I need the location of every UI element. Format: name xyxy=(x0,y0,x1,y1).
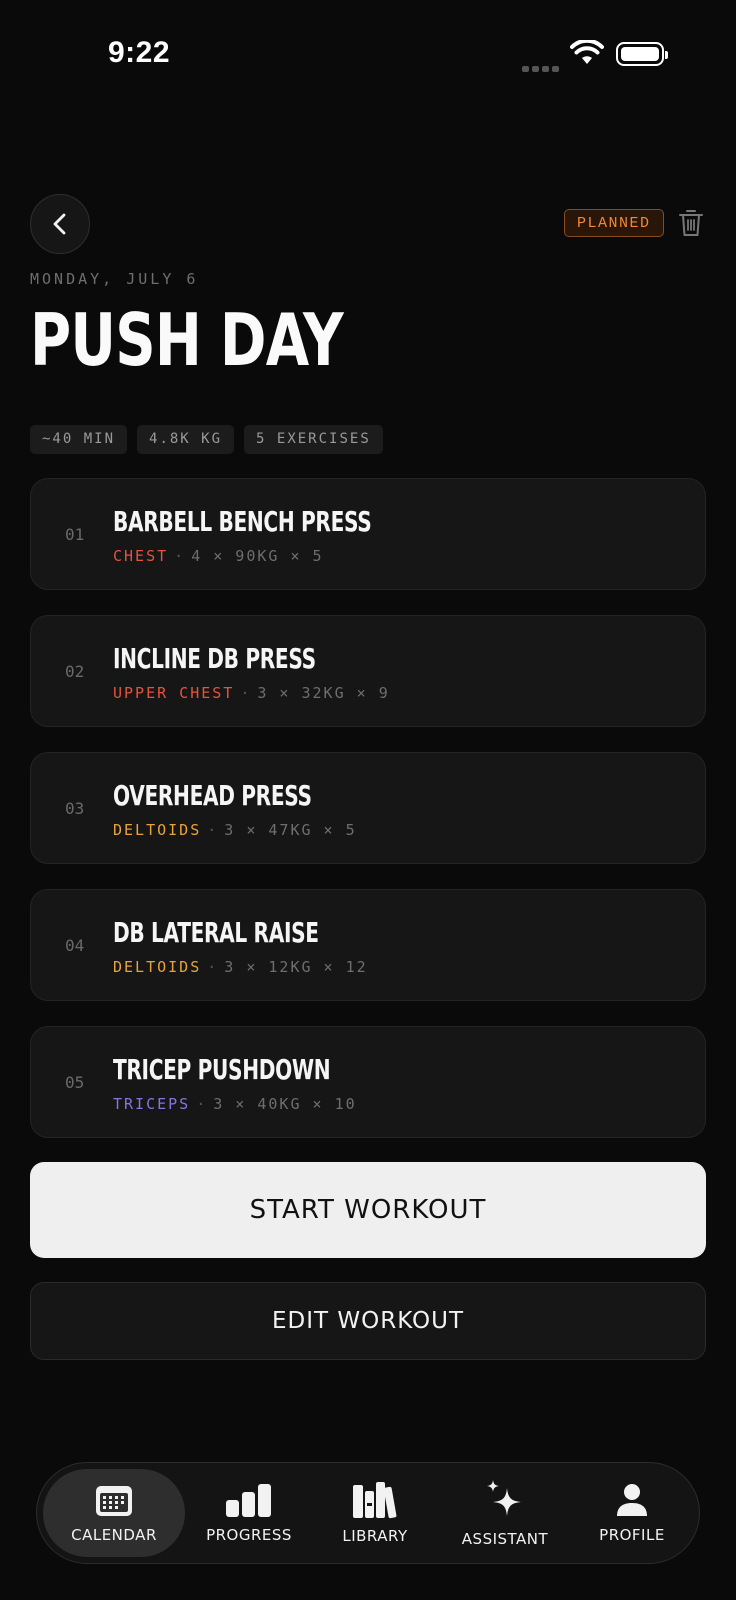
exercise-card[interactable]: 05 TRICEP PUSHDOWN TRICEPS · 3 × 40KG × 10 xyxy=(30,1026,706,1138)
exercise-meta: UPPER CHEST · 3 × 32KG × 9 xyxy=(113,684,390,702)
sets-detail: 3 × 40KG × 10 xyxy=(213,1095,357,1113)
back-button[interactable] xyxy=(30,194,90,254)
exercise-card[interactable]: 01 BARBELL BENCH PRESS CHEST · 4 × 90KG × … xyxy=(30,478,706,590)
cellular-signal-icon xyxy=(522,59,562,77)
sparkle-icon xyxy=(487,1480,521,1516)
exercise-meta: CHEST · 4 × 90KG × 5 xyxy=(113,547,324,565)
exercise-number: 05 xyxy=(65,1073,85,1092)
exercise-name: INCLINE DB PRESS xyxy=(113,642,316,675)
workout-stats: ~40 MIN 4.8K KG 5 EXERCISES xyxy=(30,425,383,454)
wifi-icon xyxy=(570,38,604,71)
status-time: 9:22 xyxy=(108,36,171,69)
exercise-number: 02 xyxy=(65,662,85,681)
sets-detail: 3 × 47KG × 5 xyxy=(224,821,357,839)
duration-chip: ~40 MIN xyxy=(30,425,128,454)
tab-label: ASSISTANT xyxy=(461,1530,549,1548)
tab-assistant[interactable]: ASSISTANT xyxy=(437,1469,573,1557)
muscle-group: DELTOIDS xyxy=(113,958,202,976)
exercise-name: TRICEP PUSHDOWN xyxy=(113,1053,331,1086)
exercise-name: DB LATERAL RAISE xyxy=(113,916,319,949)
tab-label: LIBRARY xyxy=(342,1527,408,1545)
exercise-card[interactable]: 04 DB LATERAL RAISE DELTOIDS · 3 × 12KG × … xyxy=(30,889,706,1001)
exercise-name: BARBELL BENCH PRESS xyxy=(113,505,372,538)
muscle-group: TRICEPS xyxy=(113,1095,191,1113)
tab-label: PROFILE xyxy=(599,1526,665,1544)
battery-icon xyxy=(616,42,668,66)
status-badge: PLANNED xyxy=(564,209,664,237)
tab-bar: CALENDAR PROGRESS LIBRARY ASSISTANT PROF… xyxy=(36,1462,700,1564)
tab-library[interactable]: LIBRARY xyxy=(319,1469,431,1557)
person-icon xyxy=(617,1484,647,1516)
start-workout-button[interactable]: START WORKOUT xyxy=(30,1162,706,1258)
muscle-group: CHEST xyxy=(113,547,169,565)
delete-button[interactable] xyxy=(678,208,704,243)
exercise-number: 03 xyxy=(65,799,85,818)
exercise-count-chip: 5 EXERCISES xyxy=(244,425,383,454)
books-icon xyxy=(353,1482,397,1519)
workout-date: MONDAY, JULY 6 xyxy=(30,270,199,288)
exercise-card[interactable]: 02 INCLINE DB PRESS UPPER CHEST · 3 × 32KG… xyxy=(30,615,706,727)
tab-profile[interactable]: PROFILE xyxy=(573,1469,691,1557)
sets-detail: 3 × 12KG × 12 xyxy=(224,958,368,976)
muscle-group: DELTOIDS xyxy=(113,821,202,839)
volume-chip: 4.8K KG xyxy=(137,425,235,454)
status-bar: 9:22 xyxy=(0,0,736,110)
exercise-meta: TRICEPS · 3 × 40KG × 10 xyxy=(113,1095,357,1113)
exercise-card[interactable]: 03 OVERHEAD PRESS DELTOIDS · 3 × 47KG × 5 xyxy=(30,752,706,864)
page-title: PUSH DAY xyxy=(30,298,344,382)
bar-chart-icon xyxy=(226,1484,271,1517)
muscle-group: UPPER CHEST xyxy=(113,684,235,702)
tab-label: PROGRESS xyxy=(206,1526,292,1544)
exercise-number: 01 xyxy=(65,525,85,544)
calendar-icon xyxy=(96,1486,132,1516)
edit-workout-button[interactable]: EDIT WORKOUT xyxy=(30,1282,706,1360)
exercise-number: 04 xyxy=(65,936,85,955)
trash-icon xyxy=(679,210,703,236)
tab-label: CALENDAR xyxy=(71,1526,157,1544)
exercise-name: OVERHEAD PRESS xyxy=(113,779,312,812)
exercise-meta: DELTOIDS · 3 × 12KG × 12 xyxy=(113,958,368,976)
tab-calendar[interactable]: CALENDAR xyxy=(43,1469,185,1557)
exercise-meta: DELTOIDS · 3 × 47KG × 5 xyxy=(113,821,357,839)
chevron-left-icon xyxy=(53,213,66,235)
sets-detail: 3 × 32KG × 9 xyxy=(257,684,390,702)
sets-detail: 4 × 90KG × 5 xyxy=(191,547,324,565)
tab-progress[interactable]: PROGRESS xyxy=(187,1469,311,1557)
